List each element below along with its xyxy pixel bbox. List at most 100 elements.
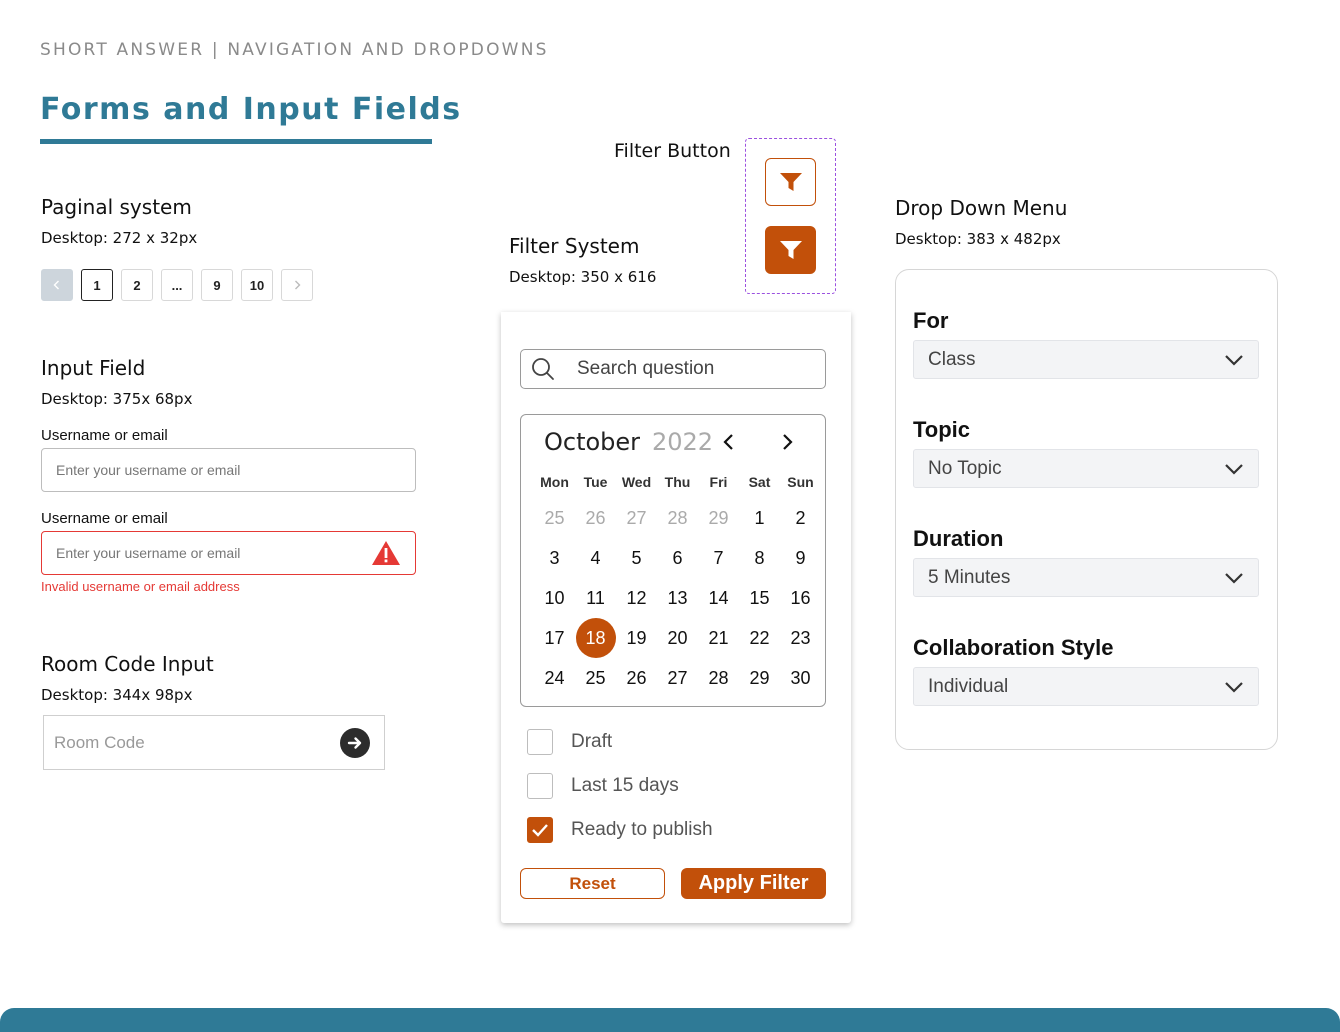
calendar-day[interactable]: 13 xyxy=(657,578,698,618)
calendar-prev-month-button[interactable] xyxy=(722,432,736,457)
calendar-day[interactable]: 9 xyxy=(780,538,821,578)
duration-select[interactable]: 5 Minutes xyxy=(913,558,1259,597)
checkmark-icon xyxy=(532,824,548,837)
calendar-day[interactable]: 2 xyxy=(780,498,821,538)
calendar-day[interactable]: 5 xyxy=(616,538,657,578)
calendar-day[interactable]: 25 xyxy=(575,658,616,698)
calendar-weekday: Wed xyxy=(621,474,652,490)
calendar-day-number: 17 xyxy=(544,627,565,648)
search-question-input[interactable]: Search question xyxy=(520,349,826,389)
calendar-day[interactable]: 22 xyxy=(739,618,780,658)
pagination-page-9[interactable]: 9 xyxy=(201,269,233,301)
checkbox-row-ready-to-publish[interactable]: Ready to publish xyxy=(527,817,713,843)
calendar-day-number: 3 xyxy=(549,547,560,568)
apply-filter-button[interactable]: Apply Filter xyxy=(681,868,826,899)
calendar-day-number: 19 xyxy=(626,627,647,648)
username-error-input[interactable]: Enter your username or email xyxy=(41,531,416,575)
input-field-section-title: Input Field xyxy=(41,356,146,380)
calendar-day-number: 30 xyxy=(790,667,811,688)
search-icon xyxy=(531,357,555,381)
warning-icon xyxy=(372,541,400,565)
username-input[interactable]: Enter your username or email xyxy=(41,448,416,492)
ready-to-publish-label: Ready to publish xyxy=(571,819,713,840)
calendar-day[interactable]: 21 xyxy=(698,618,739,658)
ready-to-publish-checkbox[interactable] xyxy=(527,817,553,843)
calendar-day[interactable]: 29 xyxy=(698,498,739,538)
collaboration-style-value: Individual xyxy=(928,675,1009,697)
pagination-ellipsis[interactable]: ... xyxy=(161,269,193,301)
calendar-day[interactable]: 27 xyxy=(657,658,698,698)
room-code-submit-button[interactable] xyxy=(340,727,370,758)
calendar-day[interactable]: 17 xyxy=(534,618,575,658)
collaboration-style-select[interactable]: Individual xyxy=(913,667,1259,706)
calendar-day[interactable]: 26 xyxy=(575,498,616,538)
username-error-message: Invalid username or email address xyxy=(41,579,240,594)
calendar-day[interactable]: 10 xyxy=(534,578,575,618)
calendar-day-number: 2 xyxy=(795,507,806,528)
reset-button[interactable]: Reset xyxy=(520,868,665,899)
calendar-day-number: 12 xyxy=(626,587,647,608)
draft-checkbox[interactable] xyxy=(527,729,553,755)
calendar-day[interactable]: 8 xyxy=(739,538,780,578)
pagination-prev-button[interactable] xyxy=(41,269,73,301)
calendar-day-number: 4 xyxy=(590,547,601,568)
calendar-day[interactable]: 28 xyxy=(657,498,698,538)
calendar-day[interactable]: 12 xyxy=(616,578,657,618)
calendar-day[interactable]: 24 xyxy=(534,658,575,698)
calendar-day[interactable]: 19 xyxy=(616,618,657,658)
filter-system-section-title: Filter System xyxy=(509,234,640,258)
dropdown-size-text: Desktop: 383 x 482px xyxy=(895,230,1061,248)
calendar-day[interactable]: 29 xyxy=(739,658,780,698)
calendar-day[interactable]: 27 xyxy=(616,498,657,538)
calendar-day-number: 29 xyxy=(708,507,729,528)
calendar-day-number: 1 xyxy=(754,507,765,528)
for-select[interactable]: Class xyxy=(913,340,1259,379)
pagination-next-button[interactable] xyxy=(281,269,313,301)
collaboration-style-label: Collaboration Style xyxy=(913,635,1114,660)
calendar-day[interactable]: 26 xyxy=(616,658,657,698)
calendar-day-number: 6 xyxy=(672,547,683,568)
calendar-day[interactable]: 16 xyxy=(780,578,821,618)
filter-button-outline[interactable] xyxy=(765,158,816,206)
calendar-day[interactable]: 11 xyxy=(575,578,616,618)
calendar-day[interactable]: 23 xyxy=(780,618,821,658)
calendar-day[interactable]: 3 xyxy=(534,538,575,578)
calendar-day-number: 22 xyxy=(749,627,770,648)
calendar-day-number: 26 xyxy=(585,507,606,528)
pagination-page-10[interactable]: 10 xyxy=(241,269,273,301)
calendar-next-month-button[interactable] xyxy=(780,432,794,457)
calendar-day[interactable]: 30 xyxy=(780,658,821,698)
chevron-down-icon xyxy=(1225,354,1243,366)
pagination-page-2[interactable]: 2 xyxy=(121,269,153,301)
calendar-day[interactable]: 14 xyxy=(698,578,739,618)
calendar-weekday: Thu xyxy=(664,474,691,490)
duration-value: 5 Minutes xyxy=(928,566,1011,588)
calendar-day[interactable]: 6 xyxy=(657,538,698,578)
calendar-day[interactable]: 7 xyxy=(698,538,739,578)
calendar-day-number: 21 xyxy=(708,627,729,648)
topic-select[interactable]: No Topic xyxy=(913,449,1259,488)
chevron-right-icon xyxy=(783,434,793,450)
draft-label: Draft xyxy=(571,731,613,752)
pagination-page-1[interactable]: 1 xyxy=(81,269,113,301)
calendar-day[interactable]: 25 xyxy=(534,498,575,538)
calendar-day-selected[interactable]: 18 xyxy=(575,618,616,658)
calendar-day-number: 24 xyxy=(544,667,565,688)
calendar-year: 2022 xyxy=(652,428,714,456)
calendar-day[interactable]: 20 xyxy=(657,618,698,658)
calendar-day[interactable]: 15 xyxy=(739,578,780,618)
checkbox-row-last-15-days[interactable]: Last 15 days xyxy=(527,773,679,799)
calendar-day-number: 28 xyxy=(667,507,688,528)
calendar-day[interactable]: 4 xyxy=(575,538,616,578)
last-15-days-checkbox[interactable] xyxy=(527,773,553,799)
chevron-down-icon xyxy=(1225,681,1243,693)
checkbox-row-draft[interactable]: Draft xyxy=(527,729,612,755)
filter-button-solid[interactable] xyxy=(765,226,816,274)
room-code-input[interactable]: Room Code xyxy=(43,715,385,770)
calendar-day[interactable]: 1 xyxy=(739,498,780,538)
calendar-day-number: 27 xyxy=(626,507,647,528)
calendar-day[interactable]: 28 xyxy=(698,658,739,698)
calendar-day-number: 16 xyxy=(790,587,811,608)
username-placeholder: Enter your username or email xyxy=(56,462,241,478)
calendar-day-number: 10 xyxy=(544,587,565,608)
